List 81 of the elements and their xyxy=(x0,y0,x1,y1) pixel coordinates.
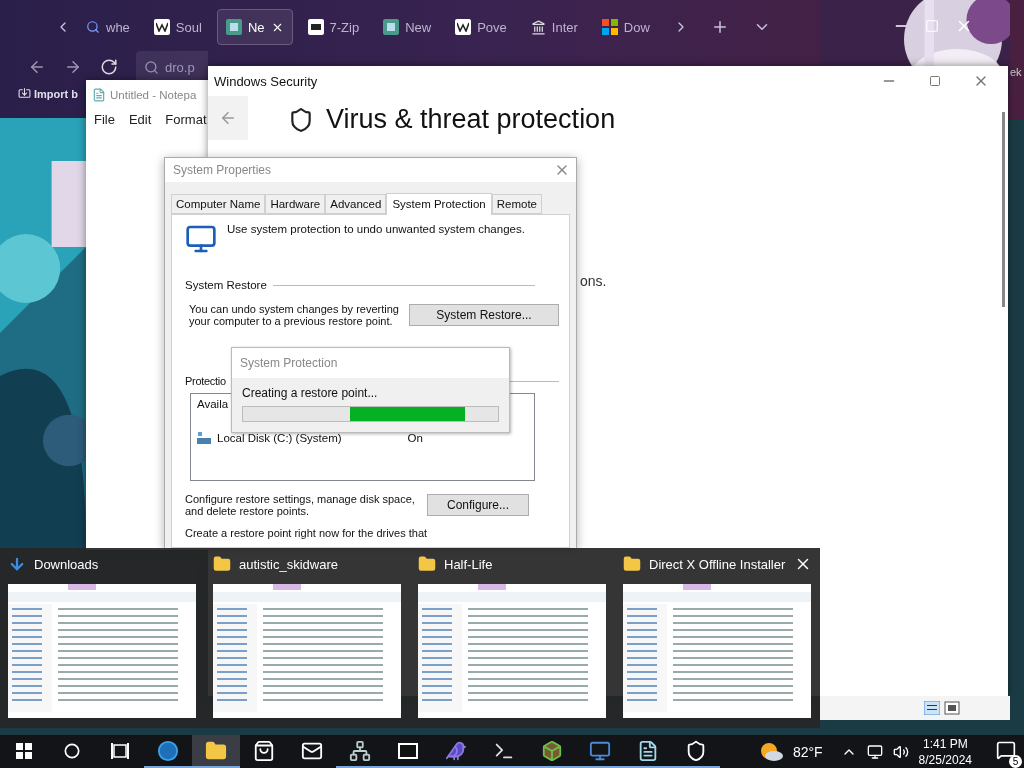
create-text: Create a restore point right now for the drives that xyxy=(185,527,429,539)
clock[interactable]: 1:41 PM 8/25/2024 xyxy=(918,735,972,768)
reload-icon[interactable] xyxy=(100,58,118,76)
app-icon xyxy=(225,19,242,35)
group-title: System Restore xyxy=(185,279,267,291)
bookmark-link[interactable]: Import b xyxy=(34,87,78,100)
body-text: ons. xyxy=(580,273,608,289)
dialog-tab[interactable]: System Protection xyxy=(386,193,492,215)
browser-tab[interactable]: Pove xyxy=(446,9,516,45)
drive-icon xyxy=(197,432,211,444)
thumbnail-view-icon[interactable] xyxy=(944,701,960,715)
dialog-title: System Properties xyxy=(173,163,272,177)
bird-icon xyxy=(445,739,467,762)
computer-icon xyxy=(589,739,611,762)
import-icon xyxy=(18,87,31,100)
window-preview-title[interactable]: Downloads xyxy=(34,556,99,572)
details-view-icon[interactable] xyxy=(924,701,940,715)
menu-item[interactable]: File xyxy=(94,112,115,127)
browser-tab[interactable]: Dow xyxy=(592,9,659,45)
search-icon xyxy=(144,59,159,75)
window-preview-title[interactable]: Half-Life xyxy=(444,556,493,572)
folder-icon xyxy=(418,555,436,573)
system-restore-button[interactable]: System Restore... xyxy=(409,304,559,326)
dialog-tab[interactable]: Advanced xyxy=(325,194,387,214)
windows-logo-icon[interactable] xyxy=(16,742,32,759)
weather-icon xyxy=(758,741,783,762)
dialog-tab[interactable]: Computer Name xyxy=(171,194,266,214)
building-icon xyxy=(530,19,546,35)
folder-icon xyxy=(623,555,641,573)
store-icon xyxy=(253,739,275,762)
cube-icon xyxy=(541,739,563,762)
dialog-title: System Protection xyxy=(240,356,338,370)
forward-icon[interactable] xyxy=(64,58,82,76)
dialog-tab[interactable]: Hardware xyxy=(265,194,326,214)
menu-item[interactable]: Format xyxy=(165,112,207,127)
window-preview-title[interactable]: autistic_skidware xyxy=(239,556,338,572)
notepad-icon xyxy=(92,88,106,102)
browser-tab[interactable]: New xyxy=(374,9,441,45)
configure-text: Configure restore settings, manage disk space, and delete restore points. xyxy=(185,493,416,517)
folder-icon xyxy=(213,555,231,573)
column-header: Availa xyxy=(197,398,230,410)
search-icon[interactable] xyxy=(64,742,80,759)
browser-tab[interactable]: 7-Zip xyxy=(298,9,369,45)
volume-icon[interactable] xyxy=(892,743,909,760)
wiki-icon xyxy=(455,19,472,35)
computer-icon xyxy=(185,223,217,255)
browser-tab[interactable]: Ne xyxy=(216,9,293,45)
restore-text: You can undo system changes by reverting your computer to a previous restore point. xyxy=(189,303,400,327)
browser-icon xyxy=(157,739,179,762)
page-heading: Virus & threat protection xyxy=(326,104,616,135)
protection-status: On xyxy=(407,432,423,444)
shield-icon xyxy=(685,739,707,762)
browser-tab[interactable]: whe xyxy=(77,9,139,45)
window-title: Untitled - Notepa xyxy=(110,89,197,101)
notepad-icon xyxy=(637,739,659,762)
app-icon xyxy=(383,19,400,35)
folder-icon xyxy=(205,739,227,762)
dialog-tab[interactable]: Remote xyxy=(491,194,542,214)
taskbar-app[interactable] xyxy=(192,735,240,768)
window-title: Windows Security xyxy=(214,73,318,89)
intro-text: Use system protection to undo unwanted system changes. xyxy=(227,223,525,235)
windows-logo-icon xyxy=(601,19,618,35)
download-icon xyxy=(8,555,26,573)
back-icon[interactable] xyxy=(28,58,46,76)
scrollbar[interactable] xyxy=(1002,112,1005,307)
window-text: ek xyxy=(1010,66,1022,78)
group-title: Protectio xyxy=(185,375,226,387)
address-bar[interactable]: dro.p xyxy=(136,51,208,83)
shield-icon xyxy=(288,106,314,133)
menu-item[interactable]: Edit xyxy=(128,112,152,127)
maximize-icon[interactable] xyxy=(929,75,941,87)
task-view-icon[interactable] xyxy=(111,742,129,759)
configure-button[interactable]: Configure... xyxy=(427,494,529,516)
window-preview-title[interactable]: Direct X Offline Installer xyxy=(649,556,786,572)
temperature[interactable]: 82°F xyxy=(792,743,823,760)
drive-name: Local Disk (C:) (System) xyxy=(217,432,342,444)
browser-tab[interactable]: Soul xyxy=(144,9,211,45)
browser-tab[interactable]: Inter xyxy=(521,9,587,45)
search-icon xyxy=(86,20,100,34)
notification-count: 5 xyxy=(1009,754,1022,768)
wiki-icon xyxy=(153,19,170,35)
